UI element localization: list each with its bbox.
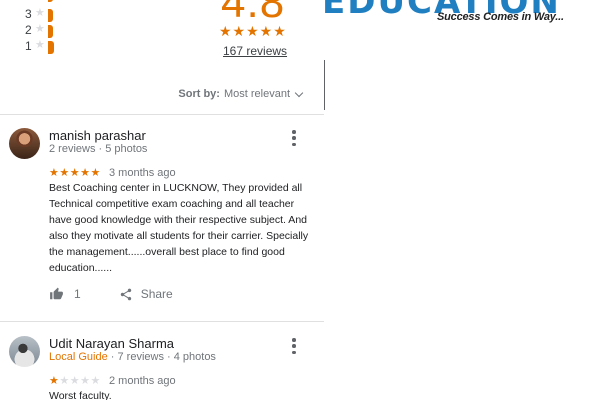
histogram-row-1: 1 ★: [0, 39, 60, 55]
more-vert-icon[interactable]: [290, 338, 298, 354]
logo-tagline: Success Comes in Way...: [437, 11, 564, 23]
stars-empty: ★★★★: [59, 375, 101, 387]
reviewer-counts: · 7 reviews · 4 photos: [107, 351, 216, 363]
share-label: Share: [140, 287, 173, 301]
chevron-down-icon: [294, 88, 304, 97]
histogram-rank: 1: [25, 39, 32, 53]
reviewer-meta: 2 reviews · 5 photos: [49, 143, 148, 155]
histogram-row-3: 3 ★: [0, 7, 60, 23]
star-icon: ★: [35, 7, 45, 19]
histogram-row-2: 2 ★: [0, 23, 60, 39]
reviewer-name[interactable]: Udit Narayan Sharma: [49, 336, 174, 351]
thumb-up-icon: [50, 287, 63, 300]
brand-logo: EDUCATION Success Comes in Way...: [320, 0, 596, 32]
stars-filled: ★★★★★: [49, 167, 101, 179]
stars-filled: ★: [49, 375, 60, 387]
sort-label: Sort by:: [178, 88, 220, 100]
sort-dropdown[interactable]: Sort by: Most relevant: [178, 88, 304, 100]
like-count: 1: [74, 287, 81, 301]
average-stars: ★★★★★: [219, 23, 287, 39]
panel-divider: [324, 60, 325, 110]
review-text: Best Coaching center in LUCKNOW, They pr…: [49, 182, 309, 274]
review-time: 2 months ago: [109, 375, 176, 387]
share-icon: [120, 288, 131, 300]
histogram-rank: 3: [25, 7, 32, 21]
share-button[interactable]: Share: [119, 287, 173, 302]
review-stars: ★★★★★: [49, 166, 101, 179]
histogram-bar-3: [48, 9, 53, 22]
histogram-bar-4: [48, 0, 53, 2]
reviewer-name[interactable]: manish parashar: [49, 128, 146, 143]
divider: [0, 114, 324, 115]
histogram-bar-1: [48, 41, 54, 54]
star-icon: ★: [35, 39, 45, 51]
histogram-bar-2: [48, 25, 53, 38]
review-stars: ★★★★★: [49, 374, 101, 387]
local-guide-badge: Local Guide: [49, 351, 108, 363]
divider: [0, 321, 324, 322]
avatar[interactable]: [9, 128, 40, 159]
histogram-rank: 2: [25, 23, 32, 37]
reviewer-meta: Local Guide · 7 reviews · 4 photos: [49, 351, 216, 363]
review-text: Worst faculty.: [49, 390, 112, 400]
review-count-link[interactable]: 167 reviews: [223, 44, 287, 58]
like-button[interactable]: 1: [49, 287, 81, 301]
sort-value: Most relevant: [223, 88, 290, 100]
avatar[interactable]: [9, 336, 40, 367]
review-actions: 1 Share: [49, 286, 173, 302]
star-icon: ★: [35, 23, 45, 35]
review-time: 3 months ago: [109, 167, 176, 179]
more-vert-icon[interactable]: [290, 130, 298, 146]
